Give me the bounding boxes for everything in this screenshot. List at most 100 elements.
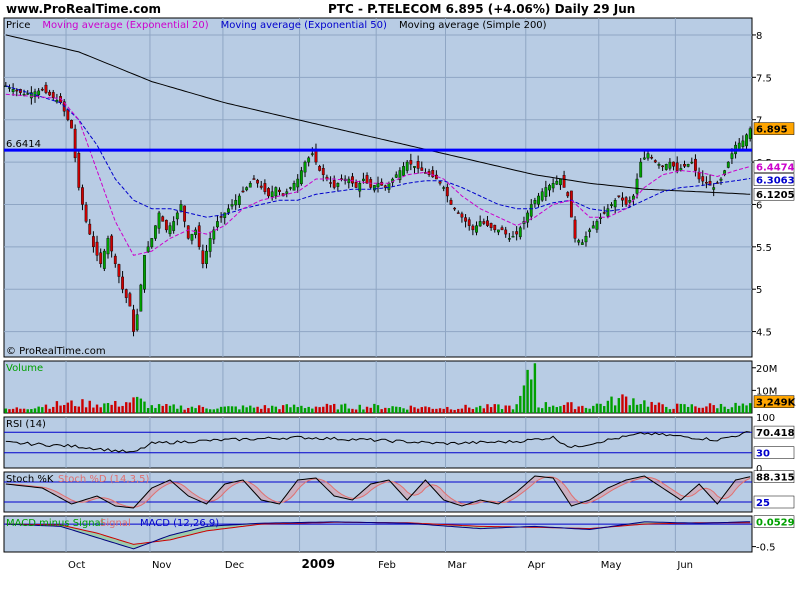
volume-bar <box>92 407 95 413</box>
candle-body <box>362 178 365 181</box>
volume-bar <box>719 403 723 413</box>
candle-body <box>51 92 55 98</box>
candle-body <box>420 167 424 171</box>
candle-body <box>132 309 135 332</box>
volume-bar <box>716 408 719 413</box>
candle-body <box>409 160 413 165</box>
candle-body <box>241 190 245 193</box>
volume-bar <box>635 404 639 413</box>
volume-bar <box>114 400 117 413</box>
volume-bar <box>708 403 712 413</box>
candle-body <box>270 191 274 198</box>
volume-bar <box>577 406 580 413</box>
volume-bar <box>311 408 314 413</box>
volume-bar <box>537 407 540 413</box>
candle-body <box>507 238 511 240</box>
candle-body <box>332 180 336 188</box>
volume-bar <box>154 407 157 413</box>
volume-bar <box>486 404 489 413</box>
candle-body <box>573 219 577 239</box>
volume-bar <box>249 405 252 413</box>
volume-bar <box>241 405 245 413</box>
volume-bar <box>668 409 672 413</box>
candle-body <box>653 160 657 163</box>
volume-bar <box>654 404 657 413</box>
volume-bar <box>212 409 216 413</box>
candle-body <box>336 183 340 187</box>
volume-bar <box>376 405 380 413</box>
stoch-k-legend: Stoch %K <box>6 474 54 485</box>
volume-bar <box>103 403 106 413</box>
candle-body <box>548 185 551 191</box>
volume-bar <box>533 363 537 413</box>
volume-bar <box>431 408 434 413</box>
candle-body <box>161 216 165 222</box>
volume-bar <box>110 404 113 413</box>
volume-bar <box>30 409 33 413</box>
candle-body <box>22 94 26 96</box>
volume-bar <box>106 403 110 413</box>
volume-bar <box>424 406 427 413</box>
volume-bar <box>365 406 369 413</box>
volume-bar <box>391 406 394 413</box>
candle-body <box>81 187 84 205</box>
volume-bar <box>413 407 416 413</box>
candle-body <box>602 212 606 214</box>
candle-body <box>730 153 734 159</box>
candle-body <box>219 216 223 218</box>
price-legend-item: Moving average (Exponential 20) <box>42 20 208 31</box>
candle-body <box>201 250 205 264</box>
candle-body <box>518 227 522 238</box>
candle-body <box>577 240 581 243</box>
candle-body <box>445 186 449 197</box>
candle-body <box>190 233 194 241</box>
volume-bar <box>146 408 150 413</box>
volume-bar <box>223 406 226 413</box>
volume-bar <box>398 407 402 413</box>
volume-bar <box>263 405 267 413</box>
candle-body <box>376 183 380 188</box>
volume-bar <box>351 408 354 413</box>
price-value-label: 6.4474 <box>756 163 795 174</box>
x-tick-label: 2009 <box>302 557 335 571</box>
volume-bar <box>289 407 292 413</box>
volume-bar <box>198 405 201 413</box>
volume-bar <box>621 394 624 413</box>
x-tick-label: Apr <box>528 560 546 571</box>
volume-bar <box>227 406 230 413</box>
candle-body <box>621 197 624 201</box>
volume-bar <box>603 406 606 413</box>
volume-bar <box>354 409 358 413</box>
price-legend-item: Moving average (Exponential 50) <box>221 20 387 31</box>
volume-bar <box>66 402 70 413</box>
candle-body <box>456 212 460 214</box>
volume-bar <box>613 405 617 413</box>
candle-body <box>48 91 52 96</box>
price-legend-item: Moving average (Simple 200) <box>399 20 547 31</box>
volume-bar <box>132 397 135 413</box>
candle-body <box>299 170 303 185</box>
volume-bar <box>369 407 372 413</box>
volume-bar <box>690 404 693 413</box>
volume-bar <box>471 408 475 413</box>
candle-body <box>657 163 661 166</box>
volume-bar <box>562 404 566 413</box>
candle-body <box>606 208 610 217</box>
candle-body <box>453 207 457 210</box>
volume-bar <box>44 404 48 413</box>
candle-body <box>179 204 183 211</box>
volume-bar <box>322 406 325 413</box>
volume-bar <box>41 407 44 413</box>
volume-bar <box>606 400 610 413</box>
volume-bar <box>526 369 529 413</box>
candle-body <box>128 293 132 307</box>
candle-body <box>595 221 599 230</box>
candle-body <box>15 89 19 92</box>
volume-bar <box>325 403 329 413</box>
price-tick-label: 4.5 <box>756 328 772 339</box>
price-tick-label: 6 <box>756 200 762 211</box>
candle-body <box>230 204 234 207</box>
candle-body <box>701 176 705 182</box>
volume-bar <box>33 408 37 413</box>
volume-bar <box>646 406 650 413</box>
